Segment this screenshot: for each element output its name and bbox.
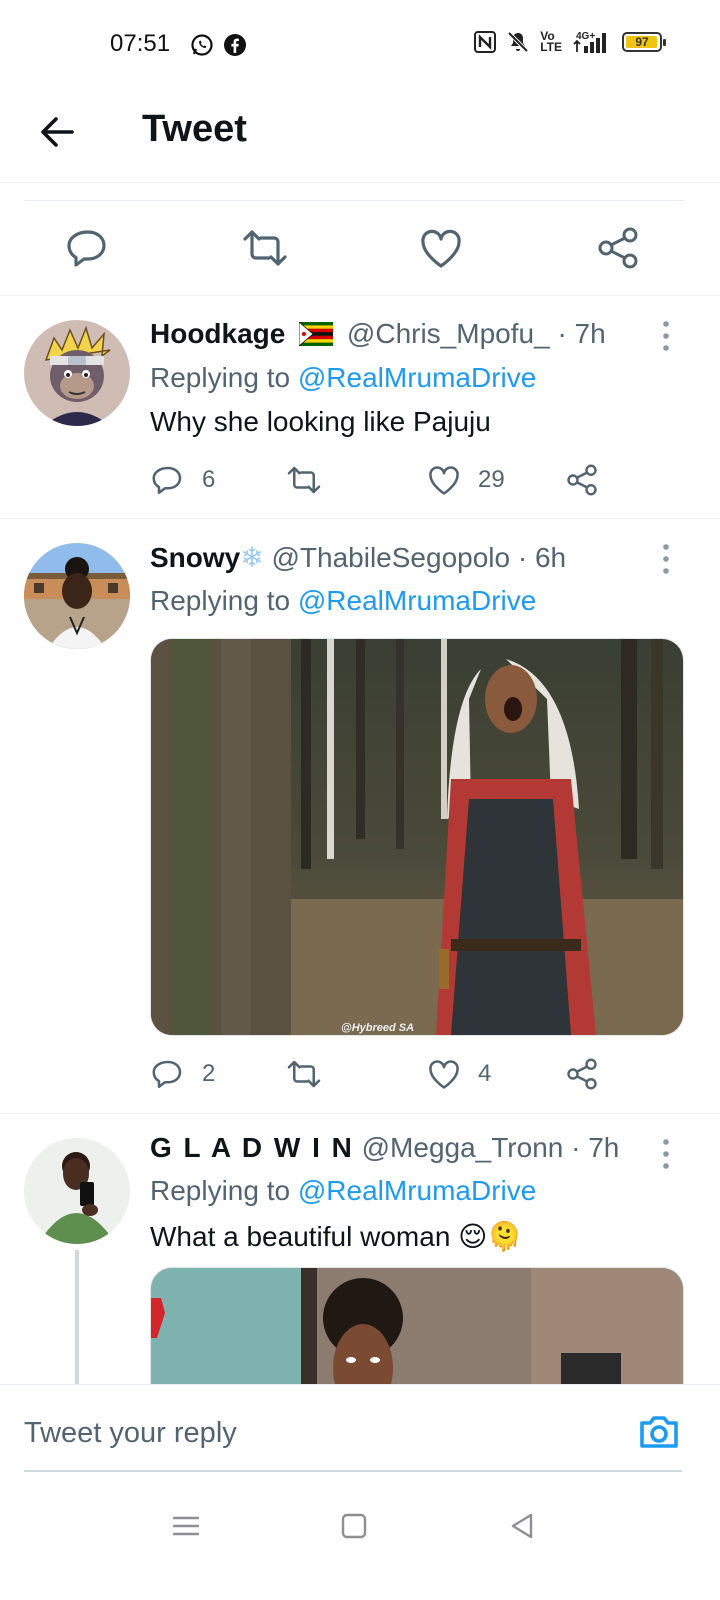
share-icon[interactable] bbox=[564, 462, 600, 498]
like-count: 4 bbox=[478, 1060, 492, 1087]
tweet-time: · 7h bbox=[557, 318, 606, 349]
signal-4g-icon: 4G+ bbox=[573, 31, 606, 53]
replying-to: Replying to @RealMrumaDrive bbox=[150, 362, 536, 394]
profile-photo bbox=[24, 1138, 130, 1244]
reply-count: 6 bbox=[202, 466, 216, 493]
avatar[interactable] bbox=[24, 543, 130, 649]
replying-to-label: Replying to bbox=[150, 1175, 291, 1206]
retweet-icon[interactable] bbox=[241, 224, 289, 272]
reply-icon[interactable] bbox=[150, 462, 186, 498]
page-title: Tweet bbox=[142, 108, 247, 150]
display-name[interactable]: G L A D W I N bbox=[150, 1132, 354, 1163]
media-watermark: @Hybreed SA bbox=[341, 1022, 414, 1034]
tweet-header: Hoodkage @Chris_Mpofu_ · 7h bbox=[150, 318, 606, 350]
reply-input-underline bbox=[24, 1470, 682, 1472]
tweet-actions: 2 4 bbox=[150, 1056, 670, 1096]
reply-icon[interactable] bbox=[150, 1056, 186, 1092]
tweet-header: Snowy❄ @ThabileSegopolo · 6h bbox=[150, 541, 566, 574]
like-count: 29 bbox=[478, 466, 505, 493]
emoji-text: 😌🫠 bbox=[458, 1221, 523, 1252]
mention-link[interactable]: @RealMrumaDrive bbox=[298, 1175, 536, 1206]
zimbabwe-flag-icon bbox=[299, 322, 334, 346]
reply-composer: Tweet your reply bbox=[0, 1384, 720, 1481]
back-triangle-icon[interactable] bbox=[506, 1510, 538, 1542]
nfc-icon bbox=[474, 31, 497, 53]
tweet-header: G L A D W I N @Megga_Tronn · 7h bbox=[150, 1132, 619, 1164]
media-photo bbox=[151, 1268, 683, 1384]
camera-icon[interactable] bbox=[636, 1409, 682, 1455]
like-icon[interactable] bbox=[426, 1056, 462, 1092]
more-options-icon[interactable] bbox=[656, 541, 676, 577]
avatar[interactable] bbox=[24, 320, 130, 426]
display-name[interactable]: Snowy bbox=[150, 542, 240, 573]
mention-link[interactable]: @RealMrumaDrive bbox=[298, 362, 536, 393]
more-options-icon[interactable] bbox=[656, 1136, 676, 1172]
reply-count: 2 bbox=[202, 1060, 216, 1087]
reply-input[interactable]: Tweet your reply bbox=[24, 1417, 237, 1450]
like-icon[interactable] bbox=[417, 224, 465, 272]
user-handle[interactable]: @ThabileSegopolo bbox=[271, 542, 510, 573]
status-bar: 07:51 Vo LTE 4G+ 97 bbox=[0, 0, 720, 90]
replying-to: Replying to @RealMrumaDrive bbox=[150, 1175, 536, 1207]
whatsapp-icon bbox=[191, 34, 213, 56]
avatar[interactable] bbox=[24, 1138, 130, 1244]
facebook-icon bbox=[224, 34, 246, 56]
tweet-media-image[interactable] bbox=[150, 1267, 684, 1384]
like-icon[interactable] bbox=[426, 462, 462, 498]
thread-connector bbox=[75, 1250, 79, 1384]
battery-indicator: 97 bbox=[622, 32, 666, 52]
divider bbox=[24, 200, 684, 201]
tweet-text: Why she looking like Pajuju bbox=[150, 406, 491, 437]
svg-text:4G+: 4G+ bbox=[576, 31, 595, 42]
replying-to: Replying to @RealMrumaDrive bbox=[150, 585, 536, 617]
reply-tweet[interactable]: Snowy❄ @ThabileSegopolo · 6h Replying to… bbox=[0, 519, 720, 1113]
profile-photo bbox=[24, 543, 130, 649]
back-arrow-icon[interactable] bbox=[36, 110, 80, 154]
status-time: 07:51 bbox=[110, 30, 171, 57]
status-indicators: Vo LTE 4G+ 97 bbox=[474, 29, 666, 54]
top-app-bar: Tweet bbox=[0, 90, 720, 183]
reply-tweet[interactable]: Hoodkage @Chris_Mpofu_ · 7h Replying to … bbox=[0, 296, 720, 518]
volte-icon: Vo LTE bbox=[540, 29, 562, 54]
tweet-media-image[interactable]: @Hybreed SA bbox=[150, 638, 684, 1036]
reply-icon[interactable] bbox=[64, 224, 112, 272]
tweet-text-row: What a beautiful woman 😌🫠 bbox=[150, 1220, 522, 1253]
mute-icon bbox=[507, 31, 529, 53]
mention-link[interactable]: @RealMrumaDrive bbox=[298, 585, 536, 616]
more-options-icon[interactable] bbox=[656, 318, 676, 354]
tweet-time: · 6h bbox=[517, 542, 567, 573]
reply-tweet[interactable]: G L A D W I N @Megga_Tronn · 7h Replying… bbox=[0, 1114, 720, 1384]
tweet-time: · 7h bbox=[571, 1132, 620, 1163]
system-nav-bar bbox=[0, 1482, 720, 1600]
retweet-icon[interactable] bbox=[286, 1056, 322, 1092]
snowflake-emoji: ❄ bbox=[240, 542, 264, 573]
replying-to-label: Replying to bbox=[150, 362, 291, 393]
display-name[interactable]: Hoodkage bbox=[150, 318, 285, 349]
main-tweet-actions bbox=[0, 224, 720, 284]
forest-photo: @Hybreed SA bbox=[151, 639, 683, 1035]
home-square-icon[interactable] bbox=[338, 1510, 370, 1542]
menu-icon[interactable] bbox=[170, 1510, 202, 1542]
share-icon[interactable] bbox=[594, 224, 642, 272]
tweet-text: What a beautiful woman bbox=[150, 1221, 451, 1252]
retweet-icon[interactable] bbox=[286, 462, 322, 498]
ape-avatar-image bbox=[24, 320, 130, 426]
share-icon[interactable] bbox=[564, 1056, 600, 1092]
user-handle[interactable]: @Chris_Mpofu_ bbox=[347, 318, 550, 349]
user-handle[interactable]: @Megga_Tronn bbox=[362, 1132, 564, 1163]
battery-level: 97 bbox=[635, 35, 649, 49]
tweet-actions: 6 29 bbox=[150, 462, 670, 502]
replying-to-label: Replying to bbox=[150, 585, 291, 616]
